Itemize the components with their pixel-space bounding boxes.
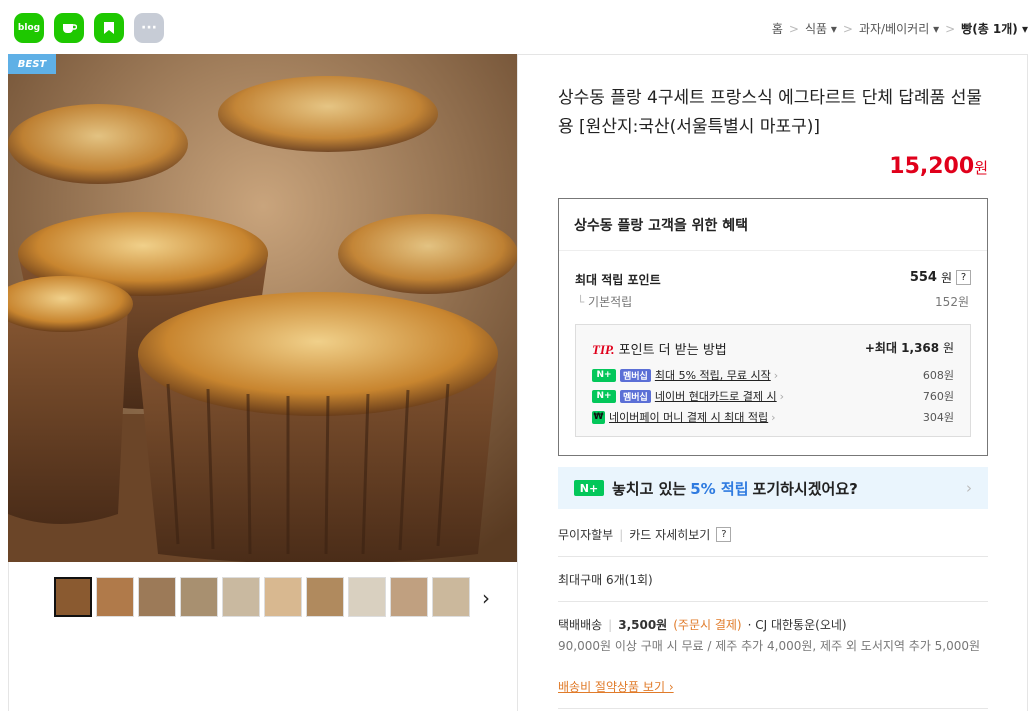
shipping-saving-link[interactable]: 배송비 절약상품 보기 › <box>558 678 674 695</box>
max-point-value: 554 원 ? <box>910 269 971 286</box>
product-title: 상수동 플랑 4구세트 프랑스식 에그타르트 단체 답례품 선물용 [원산지:국… <box>558 88 983 137</box>
divider <box>558 556 988 557</box>
benefit-title: 상수동 플랑 고객을 위한 혜택 <box>559 199 987 251</box>
shipping-detail: 90,000원 이상 구매 시 무료 / 제주 추가 4,000원, 제주 외 … <box>558 639 981 653</box>
breadcrumb-food[interactable]: 식품 ▾ <box>805 20 837 37</box>
help-icon[interactable]: ? <box>956 270 971 285</box>
basic-point-value: 152원 <box>935 295 969 309</box>
naver-plus-icon: N+ <box>574 480 604 496</box>
breadcrumb-home[interactable]: 홈 <box>772 20 783 37</box>
help-icon[interactable]: ? <box>716 527 732 542</box>
thumbnail[interactable] <box>222 577 260 617</box>
divider <box>558 708 988 709</box>
installment-label: 무이자할부 <box>558 528 614 542</box>
tip-item[interactable]: ₩ 네이버페이 머니 결제 시 최대 적립 › <box>592 409 776 425</box>
egg-tart-image <box>8 54 518 562</box>
thumbnail[interactable] <box>432 577 470 617</box>
thumbnail[interactable] <box>348 577 386 617</box>
tip-value: 760원 <box>922 390 954 403</box>
installment-row: 무이자할부 | 카드 자세히보기 ? <box>558 526 732 543</box>
tip-max: +최대 1,368 원 <box>864 341 954 355</box>
bookmark-icon[interactable] <box>94 13 124 43</box>
thumbnail[interactable] <box>96 577 134 617</box>
shipping-row: 택배배송 | 3,500원 (주문시 결제) · CJ 대한통운(오네) <box>558 617 847 633</box>
breadcrumb-bread[interactable]: 빵(총 1개) ▾ <box>961 20 1028 37</box>
tip-box: TIP. 포인트 더 받는 방법 +최대 1,368 원 N+ 멤버십 최대 5… <box>575 324 971 437</box>
tip-item[interactable]: N+ 멤버십 최대 5% 적립, 무료 시작 › <box>592 367 778 383</box>
column-divider <box>517 54 518 711</box>
thumbnail[interactable] <box>54 577 92 617</box>
chevron-right-icon: › <box>966 479 972 497</box>
membership-banner[interactable]: N+ 놓치고 있는 5% 적립 포기하시겠어요? › <box>558 467 988 509</box>
best-badge: BEST <box>8 54 56 74</box>
chevron-right-icon[interactable]: › <box>482 586 490 610</box>
blog-icon[interactable]: blog <box>14 13 44 43</box>
thumbnail[interactable] <box>306 577 344 617</box>
thumbnail-strip <box>54 577 470 617</box>
more-icon[interactable]: ··· <box>134 13 164 43</box>
thumbnail[interactable] <box>264 577 302 617</box>
cafe-icon[interactable] <box>54 13 84 43</box>
max-purchase: 최대구매 6개(1회) <box>558 573 653 587</box>
tip-item[interactable]: N+ 멤버십 네이버 현대카드로 결제 시 › <box>592 388 784 404</box>
breadcrumb: 홈 > 식품 ▾ > 과자/베이커리 ▾ > 빵(총 1개) ▾ <box>771 20 1028 37</box>
tip-title: TIP. 포인트 더 받는 방법 <box>592 342 727 358</box>
product-photo[interactable]: BEST <box>8 54 518 562</box>
breadcrumb-bakery[interactable]: 과자/베이커리 ▾ <box>859 20 939 37</box>
basic-point-label: └ 기본적립 <box>577 295 633 309</box>
card-detail-link[interactable]: 카드 자세히보기 <box>629 526 710 543</box>
product-price: 15,200원 <box>889 154 988 179</box>
thumbnail[interactable] <box>180 577 218 617</box>
thumbnail[interactable] <box>390 577 428 617</box>
thumbnail[interactable] <box>138 577 176 617</box>
divider <box>558 601 988 602</box>
tip-value: 608원 <box>922 369 954 382</box>
benefit-box: 상수동 플랑 고객을 위한 혜택 최대 적립 포인트 554 원 ? └ 기본적립… <box>558 198 988 456</box>
max-point-label: 최대 적립 포인트 <box>575 273 661 287</box>
top-bar: blog ··· 홈 > 식품 ▾ > 과자/베이커리 ▾ > 빵(총 1개) … <box>0 0 1036 54</box>
tip-value: 304원 <box>922 411 954 424</box>
